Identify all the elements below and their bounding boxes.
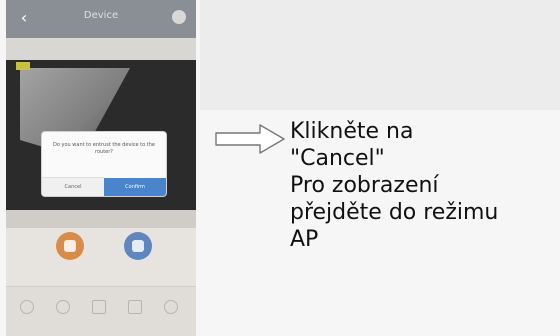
dialog-message: Do you want to entrust the device to the… bbox=[53, 142, 155, 155]
control-strip bbox=[6, 210, 196, 228]
toolbar-icon-4[interactable] bbox=[128, 300, 142, 314]
background-texture bbox=[200, 0, 560, 110]
confirm-button[interactable]: Confirm bbox=[104, 178, 166, 196]
nav-bar: ‹ Device bbox=[6, 0, 196, 38]
camera-icon bbox=[132, 240, 144, 252]
record-button[interactable] bbox=[56, 232, 84, 260]
signal-indicator bbox=[16, 62, 30, 70]
arrow-right-icon bbox=[215, 124, 285, 154]
instruction-line-4: přejděte do režimu bbox=[290, 200, 499, 225]
instruction-line-3: Pro zobrazení bbox=[290, 173, 439, 198]
instruction-text: Klikněte na "Cancel" Pro zobrazení přejd… bbox=[290, 118, 558, 253]
instruction-line-5: AP bbox=[290, 227, 319, 252]
nav-title: Device bbox=[83, 10, 119, 21]
toolbar-icon-5[interactable] bbox=[164, 300, 178, 314]
toolbar-icon-1[interactable] bbox=[20, 300, 34, 314]
phone-screenshot: ‹ Device Do you want to entrust the devi… bbox=[6, 0, 196, 336]
confirm-dialog: Do you want to entrust the device to the… bbox=[42, 132, 166, 196]
instruction-line-1: Klikněte na bbox=[290, 119, 414, 144]
record-icon bbox=[64, 240, 76, 252]
toolbar-icon-3[interactable] bbox=[92, 300, 106, 314]
cancel-button[interactable]: Cancel bbox=[42, 177, 104, 196]
gear-icon[interactable] bbox=[172, 10, 186, 24]
instruction-line-2: "Cancel" bbox=[290, 146, 385, 171]
snapshot-button[interactable] bbox=[124, 232, 152, 260]
toolbar-icon-2[interactable] bbox=[56, 300, 70, 314]
status-strip bbox=[6, 38, 196, 60]
back-arrow-icon[interactable]: ‹ bbox=[14, 8, 34, 28]
